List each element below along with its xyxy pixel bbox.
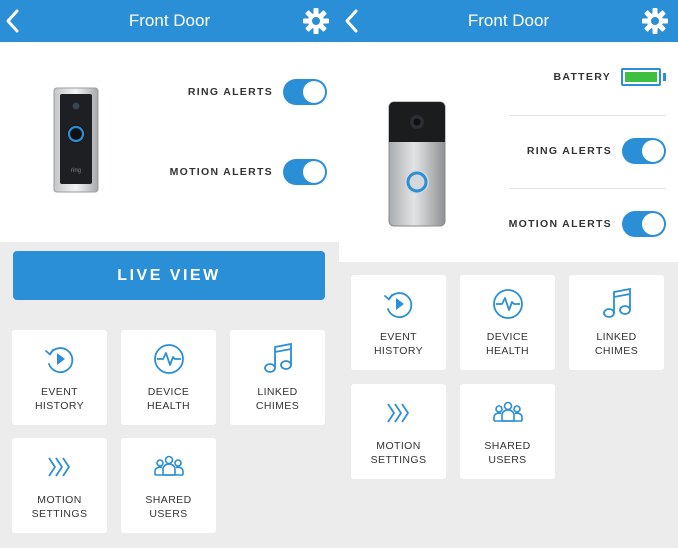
- shared-users-icon: [492, 401, 523, 422]
- settings-button[interactable]: [301, 6, 331, 36]
- motion-alerts-toggle[interactable]: [622, 211, 666, 237]
- gear-icon: [303, 8, 329, 34]
- live-view-button[interactable]: LIVE VIEW: [13, 251, 325, 300]
- tile-label: LINKED CHIMES: [594, 331, 639, 357]
- device-health-icon: [492, 289, 523, 319]
- svg-text:ring: ring: [71, 168, 81, 174]
- left-screen: Front Door ring RING ALERTS MOTION ALERT…: [0, 0, 339, 548]
- event-history-icon: [383, 292, 412, 318]
- tile-linked-chimes[interactable]: LINKED CHIMES: [230, 330, 325, 425]
- right-screen: Front Door BATTERY RING ALERTS MOTION AL…: [339, 0, 678, 548]
- shared-users-icon: [153, 455, 184, 476]
- tile-linked-chimes[interactable]: LINKED CHIMES: [569, 275, 664, 370]
- linked-chimes-icon: [263, 342, 292, 373]
- tile-label: DEVICE HEALTH: [146, 386, 191, 412]
- tile-label: DEVICE HEALTH: [485, 331, 530, 357]
- ring-alerts-toggle[interactable]: [283, 79, 327, 105]
- ring-alerts-toggle[interactable]: [622, 138, 666, 164]
- settings-button[interactable]: [640, 6, 670, 36]
- toggle-knob: [303, 81, 325, 103]
- divider: [509, 115, 666, 116]
- motion-alerts-setting: MOTION ALERTS: [509, 209, 666, 239]
- device-summary: BATTERY RING ALERTS MOTION ALERTS: [339, 42, 678, 262]
- device-health-icon: [153, 344, 184, 374]
- doorbell-image: ring: [53, 87, 99, 193]
- gear-icon: [642, 8, 668, 34]
- ring-alerts-label: RING ALERTS: [526, 145, 612, 157]
- page-title: Front Door: [128, 11, 211, 30]
- app-header: Front Door: [0, 0, 339, 42]
- ring-alerts-setting: RING ALERTS: [188, 77, 327, 107]
- motion-alerts-label: MOTION ALERTS: [508, 218, 612, 230]
- toggle-knob: [303, 161, 325, 183]
- tile-shared-users[interactable]: SHARED USERS: [121, 438, 216, 533]
- battery-icon: [621, 68, 661, 86]
- toggle-knob: [642, 140, 664, 162]
- tile-label: SHARED USERS: [484, 440, 531, 466]
- tile-label: EVENT HISTORY: [373, 331, 424, 357]
- motion-settings-icon: [47, 457, 70, 477]
- motion-alerts-toggle[interactable]: [283, 159, 327, 185]
- tile-shared-users[interactable]: SHARED USERS: [460, 384, 555, 479]
- tile-label: LINKED CHIMES: [255, 386, 300, 412]
- device-summary: ring RING ALERTS MOTION ALERTS: [0, 42, 339, 242]
- battery-label: BATTERY: [553, 71, 611, 83]
- page-title: Front Door: [467, 11, 550, 30]
- tile-label: MOTION SETTINGS: [370, 440, 427, 466]
- toggle-knob: [642, 213, 664, 235]
- linked-chimes-icon: [602, 287, 631, 318]
- ring-alerts-setting: RING ALERTS: [527, 136, 666, 166]
- battery-status: BATTERY: [553, 62, 666, 92]
- tile-label: EVENT HISTORY: [34, 386, 85, 412]
- divider: [509, 188, 666, 189]
- motion-alerts-label: MOTION ALERTS: [169, 166, 273, 178]
- tile-motion-settings[interactable]: MOTION SETTINGS: [351, 384, 446, 479]
- tile-motion-settings[interactable]: MOTION SETTINGS: [12, 438, 107, 533]
- doorbell-image: [388, 101, 446, 227]
- tile-label: MOTION SETTINGS: [31, 494, 88, 520]
- battery-level-fill: [625, 72, 657, 82]
- tile-label: SHARED USERS: [145, 494, 192, 520]
- ring-alerts-label: RING ALERTS: [187, 86, 273, 98]
- tile-event-history[interactable]: EVENT HISTORY: [351, 275, 446, 370]
- app-header: Front Door: [339, 0, 678, 42]
- tile-event-history[interactable]: EVENT HISTORY: [12, 330, 107, 425]
- motion-alerts-setting: MOTION ALERTS: [170, 157, 327, 187]
- motion-settings-icon: [386, 403, 409, 423]
- tile-device-health[interactable]: DEVICE HEALTH: [121, 330, 216, 425]
- battery-tip: [663, 73, 666, 81]
- tile-device-health[interactable]: DEVICE HEALTH: [460, 275, 555, 370]
- event-history-icon: [44, 347, 73, 373]
